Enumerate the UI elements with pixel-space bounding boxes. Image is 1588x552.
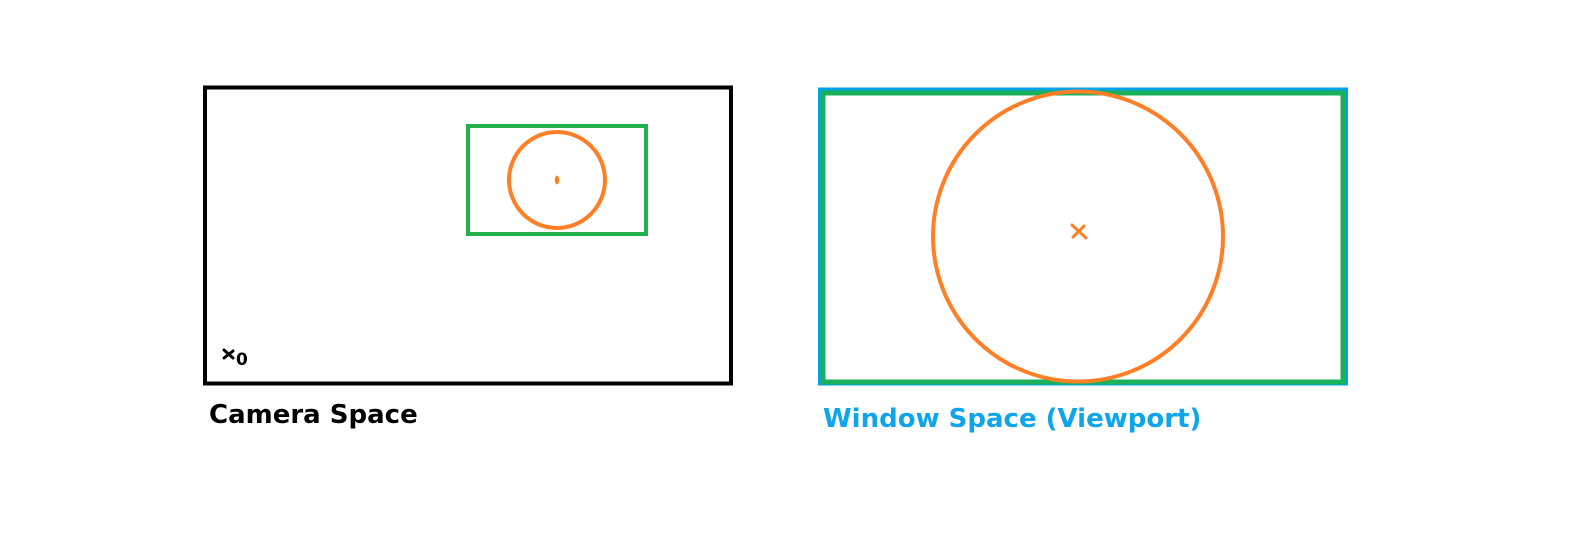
camera-space-caption: Camera Space	[209, 400, 418, 430]
origin-x-icon	[222, 348, 235, 360]
window-circle	[931, 89, 1225, 384]
diagram-canvas: 0	[203, 85, 1348, 386]
viewport-rect-window	[820, 90, 1346, 385]
window-space-panel	[818, 87, 1348, 386]
camera-space-panel: 0	[203, 85, 733, 386]
window-space-caption: Window Space (Viewport)	[823, 404, 1202, 434]
window-circle-center-x-icon	[1070, 223, 1088, 240]
origin-marker: 0	[222, 348, 248, 370]
origin-label: 0	[236, 350, 248, 370]
camera-circle-center-dot	[554, 175, 560, 185]
